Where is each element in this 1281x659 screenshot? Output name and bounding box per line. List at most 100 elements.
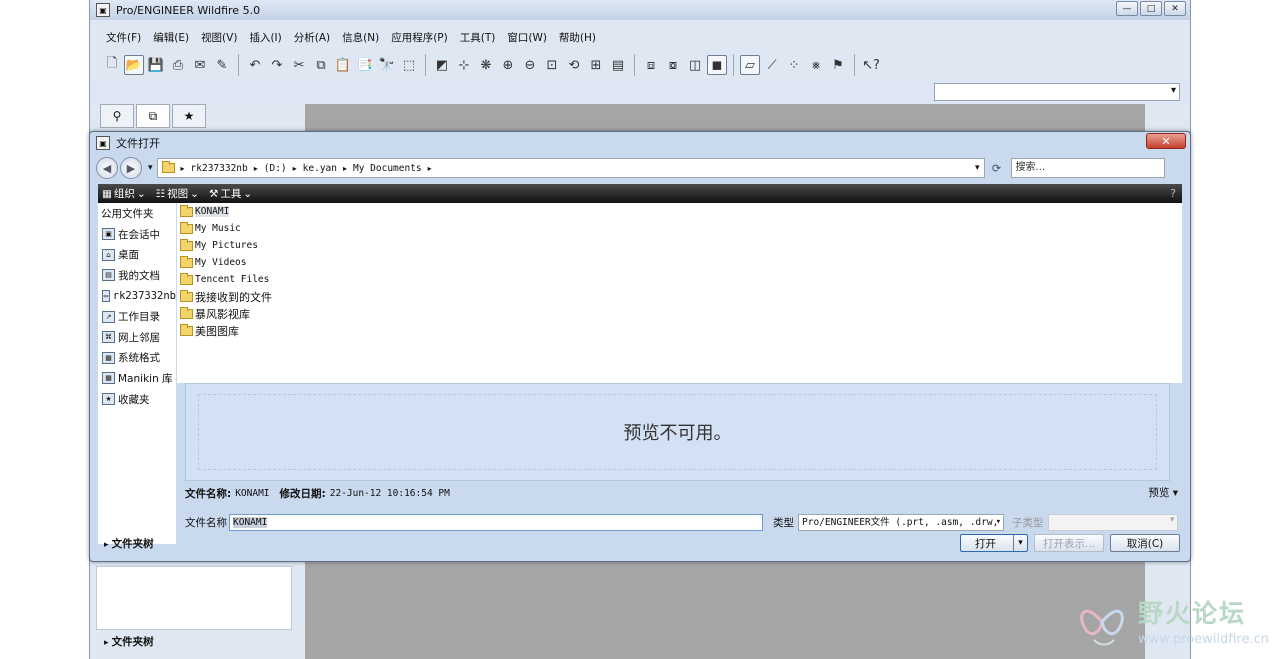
- refresh-icon[interactable]: ⟳: [987, 158, 1007, 178]
- mail-link-icon[interactable]: ✎: [212, 55, 232, 75]
- open-representation-button[interactable]: 打开表示...: [1034, 534, 1104, 552]
- menu-info[interactable]: 信息(N): [336, 29, 385, 47]
- send-mail-icon[interactable]: ✉: [190, 55, 210, 75]
- breadcrumb-documents[interactable]: My Documents: [353, 163, 422, 174]
- list-item[interactable]: Tencent Files: [177, 271, 1182, 288]
- find-icon[interactable]: 🔭: [377, 55, 397, 75]
- save-icon[interactable]: 💾: [146, 55, 166, 75]
- breadcrumb-arrow-icon[interactable]: ▸: [343, 164, 347, 173]
- place-my-documents[interactable]: ▤ 我的文档: [98, 265, 176, 286]
- favorites-tab-icon[interactable]: ★: [172, 104, 206, 128]
- open-button[interactable]: 打开 ▾: [960, 534, 1028, 552]
- layers-icon[interactable]: ▤: [608, 55, 628, 75]
- menu-window[interactable]: 窗口(W): [501, 29, 553, 47]
- file-type-select[interactable]: Pro/ENGINEER文件 (.prt, .asm, .drw, .: [798, 513, 1004, 531]
- search-input[interactable]: 搜索...: [1010, 158, 1165, 178]
- history-dropdown-icon[interactable]: ▾: [148, 163, 153, 173]
- open-options-dropdown-icon[interactable]: ▾: [1013, 535, 1027, 551]
- breadcrumb-drive[interactable]: (D:): [264, 163, 287, 174]
- redo-icon[interactable]: ↷: [267, 55, 287, 75]
- menu-view[interactable]: 视图(V): [195, 29, 243, 47]
- annotation-icon[interactable]: ⚑: [828, 55, 848, 75]
- back-icon[interactable]: ◀: [96, 157, 118, 179]
- zoom-out-icon[interactable]: ⊖: [520, 55, 540, 75]
- views-menu[interactable]: ☷ 视图 ⌄: [156, 186, 199, 201]
- subtype-select[interactable]: [1047, 513, 1178, 531]
- orient-mode-icon[interactable]: ❋: [476, 55, 496, 75]
- place-network[interactable]: ⌘ 网上邻居: [98, 327, 176, 348]
- context-help-icon[interactable]: ↖?: [861, 55, 881, 75]
- saved-views-icon[interactable]: ⊞: [586, 55, 606, 75]
- hidden-line-icon[interactable]: ⧇: [663, 55, 683, 75]
- place-manikin-library[interactable]: ▦ Manikin 库: [98, 368, 176, 389]
- place-system-formats[interactable]: ▦ 系统格式: [98, 348, 176, 369]
- datum-axes-icon[interactable]: ⟋: [762, 55, 782, 75]
- copy-icon[interactable]: ⧉: [311, 55, 331, 75]
- menu-applications[interactable]: 应用程序(P): [385, 29, 454, 47]
- list-item[interactable]: 暴风影视库: [177, 305, 1182, 322]
- datum-planes-icon[interactable]: ▱: [740, 55, 760, 75]
- zoom-in-icon[interactable]: ⊕: [498, 55, 518, 75]
- breadcrumb-computer[interactable]: rk237332nb: [191, 163, 248, 174]
- breadcrumb-arrow-icon[interactable]: ▸: [181, 164, 185, 173]
- cut-icon[interactable]: ✂: [289, 55, 309, 75]
- dialog-close-button[interactable]: ✕: [1146, 133, 1186, 149]
- organize-menu[interactable]: ▦ 组织 ⌄: [102, 186, 146, 201]
- open-file-icon[interactable]: 📂: [124, 55, 144, 75]
- print-icon[interactable]: ⎙: [168, 55, 188, 75]
- undo-icon[interactable]: ↶: [245, 55, 265, 75]
- coord-sys-icon[interactable]: ⨳: [806, 55, 826, 75]
- repaint-icon[interactable]: ◩: [432, 55, 452, 75]
- wireframe-icon[interactable]: ⧈: [641, 55, 661, 75]
- list-item[interactable]: My Videos: [177, 254, 1182, 271]
- preview-toggle[interactable]: 预览 ▾: [1148, 485, 1178, 500]
- place-computer[interactable]: ▭ rk237332nb: [98, 286, 176, 307]
- menu-help[interactable]: 帮助(H): [553, 29, 602, 47]
- menu-insert[interactable]: 插入(I): [243, 29, 287, 47]
- breadcrumb-arrow-icon[interactable]: ▸: [428, 164, 432, 173]
- place-in-session[interactable]: ▣ 在会话中: [98, 224, 176, 245]
- list-item[interactable]: 美图图库: [177, 322, 1182, 339]
- place-desktop[interactable]: ⌂ 桌面: [98, 245, 176, 266]
- shading-icon[interactable]: ◼: [707, 55, 727, 75]
- help-icon[interactable]: ?: [1170, 188, 1176, 200]
- forward-icon[interactable]: ▶: [120, 157, 142, 179]
- list-item[interactable]: My Pictures: [177, 237, 1182, 254]
- no-hidden-icon[interactable]: ◫: [685, 55, 705, 75]
- menu-tools[interactable]: 工具(T): [454, 29, 502, 47]
- list-item[interactable]: My Music: [177, 220, 1182, 237]
- menu-analysis[interactable]: 分析(A): [288, 29, 336, 47]
- place-working-directory[interactable]: ↗ 工作目录: [98, 306, 176, 327]
- model-tree-combo[interactable]: [934, 83, 1180, 101]
- cancel-button[interactable]: 取消(C): [1110, 534, 1180, 552]
- breadcrumb-arrow-icon[interactable]: ▸: [254, 164, 258, 173]
- model-tree-tab-icon[interactable]: ⚲: [100, 104, 134, 128]
- reorient-icon[interactable]: ⟲: [564, 55, 584, 75]
- main-folder-tree-toggle[interactable]: 文件夹树: [104, 634, 154, 649]
- minimize-button[interactable]: —: [1116, 1, 1138, 16]
- spin-center-icon[interactable]: ⊹: [454, 55, 474, 75]
- folder-tree-toggle[interactable]: 文件夹树: [104, 536, 154, 551]
- new-file-icon[interactable]: 🗋: [102, 55, 122, 75]
- refit-icon[interactable]: ⊡: [542, 55, 562, 75]
- maximize-button[interactable]: □: [1140, 1, 1162, 16]
- address-bar[interactable]: ▸ rk237332nb ▸ (D:) ▸ ke.yan ▸ My Docume…: [156, 158, 985, 178]
- list-item[interactable]: 我接收到的文件: [177, 288, 1182, 305]
- place-favorites[interactable]: ★ 收藏夹: [98, 389, 176, 410]
- list-item[interactable]: KONAMI: [177, 203, 1182, 220]
- filename-input[interactable]: KONAMI: [229, 513, 763, 531]
- desktop-icon: ⌂: [102, 248, 115, 261]
- menu-file[interactable]: 文件(F): [100, 29, 147, 47]
- address-dropdown-icon[interactable]: ▾: [975, 163, 980, 173]
- breadcrumb-user[interactable]: ke.yan: [303, 163, 337, 174]
- paste-special-icon[interactable]: 📑: [355, 55, 375, 75]
- folder-browser-tab-icon[interactable]: ⧉: [136, 104, 170, 128]
- tools-menu[interactable]: ⚒ 工具 ⌄: [209, 186, 252, 201]
- paste-icon[interactable]: 📋: [333, 55, 353, 75]
- menu-edit[interactable]: 编辑(E): [147, 29, 195, 47]
- close-button[interactable]: ✕: [1164, 1, 1186, 16]
- select-box-icon[interactable]: ⬚: [399, 55, 419, 75]
- type-label: 类型: [773, 516, 794, 529]
- breadcrumb-arrow-icon[interactable]: ▸: [293, 164, 297, 173]
- datum-points-icon[interactable]: ⁘: [784, 55, 804, 75]
